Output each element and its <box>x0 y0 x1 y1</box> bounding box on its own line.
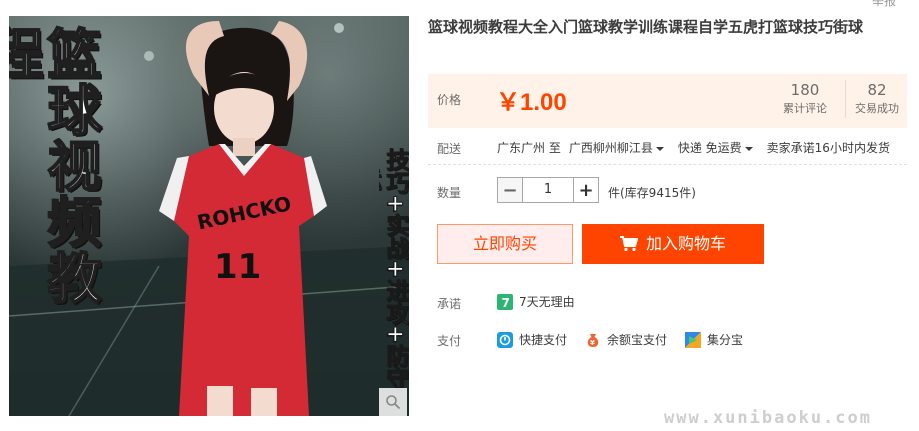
trades-stat: 82 交易成功 <box>845 80 908 118</box>
payment-method-quick[interactable]: 快捷支付 <box>497 331 567 348</box>
price-label: 价格 <box>437 93 462 107</box>
reviews-count: 180 <box>790 81 820 99</box>
payment-method-label: 集分宝 <box>707 333 744 347</box>
delivery-promise: 卖家承诺16小时内发货 <box>766 141 890 155</box>
quantity-input[interactable]: 1 <box>523 177 573 203</box>
money-bag-icon: ¥ <box>587 333 599 347</box>
shipping-row: 广东广州 至广西柳州柳江县 快递 免运费 卖家承诺16小时内发货 <box>497 139 898 156</box>
chevron-down-icon <box>655 146 664 151</box>
product-image[interactable]: ROHCKO 11 篮球视频教程 技巧+实战+进攻+防守+运 <box>9 16 409 416</box>
add-to-cart-label: 加入购物车 <box>645 234 726 253</box>
zoom-button[interactable] <box>379 388 407 416</box>
image-subtitle-text: 技巧+实战+进攻+防守+运 <box>379 148 409 390</box>
shipping-from: 广东广州 至 <box>497 141 561 155</box>
svg-text:7: 7 <box>502 296 510 310</box>
image-title-text: 篮球视频教程 <box>9 25 103 307</box>
add-to-cart-button[interactable]: 加入购物车 <box>582 224 764 264</box>
jersey-number: 11 <box>214 247 261 287</box>
payment-method-jifenbao[interactable]: 集分宝 <box>685 331 743 348</box>
jifenbao-icon <box>685 331 702 348</box>
quantity-label: 数量 <box>437 186 462 200</box>
chevron-down-icon <box>744 146 753 151</box>
product-title: 篮球视频教程大全入门篮球教学训练课程自学五虎打篮球技巧街球 <box>428 18 864 36</box>
price-value: ￥1.00 <box>496 89 567 116</box>
quick-pay-icon <box>497 331 513 348</box>
trades-label: 交易成功 <box>855 102 899 115</box>
payment-label: 支付 <box>437 334 462 348</box>
watermark: www.xunibaoku.com <box>664 408 872 428</box>
shipping-method: 快递 免运费 <box>677 141 742 155</box>
promise-row: 7 7天无理由 <box>497 293 575 310</box>
stock-text: 件(库存9415件) <box>608 186 696 200</box>
seven-day-return-icon: 7 <box>497 293 513 310</box>
svg-text:¥: ¥ <box>590 339 595 347</box>
shipping-to-select[interactable]: 广西柳州柳江县 <box>569 141 670 155</box>
report-link[interactable]: 举报 <box>872 0 896 9</box>
payment-row: 快捷支付 ¥ 余额宝支付 集分宝 <box>497 331 761 348</box>
shipping-method-select[interactable]: 快递 免运费 <box>678 141 759 155</box>
reviews-label: 累计评论 <box>783 102 827 115</box>
shipping-label: 配送 <box>437 142 462 156</box>
price-box: 价格 ￥1.00 180 累计评论 82 交易成功 <box>428 74 907 128</box>
reviews-stat[interactable]: 180 累计评论 <box>774 80 836 118</box>
quantity-increase-button[interactable]: + <box>573 177 599 203</box>
quantity-stepper: − 1 + <box>497 177 599 203</box>
promise-text[interactable]: 7天无理由 <box>519 293 575 310</box>
trades-count: 82 <box>867 81 887 99</box>
magnifier-icon <box>386 395 401 410</box>
payment-method-label: 余额宝支付 <box>607 333 668 347</box>
divider <box>428 164 907 165</box>
buy-now-button[interactable]: 立即购买 <box>437 224 573 264</box>
quantity-decrease-button[interactable]: − <box>497 177 523 203</box>
payment-method-yuebao[interactable]: ¥ 余额宝支付 <box>585 331 667 348</box>
cart-icon <box>619 236 638 252</box>
payment-method-label: 快捷支付 <box>519 333 568 347</box>
shipping-to: 广西柳州柳江县 <box>568 141 653 155</box>
promise-label: 承诺 <box>437 297 462 311</box>
